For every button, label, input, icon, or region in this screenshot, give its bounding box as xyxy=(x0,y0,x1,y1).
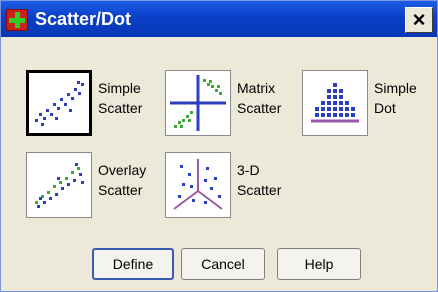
title-bar[interactable]: Scatter/Dot × xyxy=(1,1,437,37)
help-button[interactable]: Help xyxy=(277,248,361,280)
matrix-scatter-icon xyxy=(165,70,231,136)
close-button[interactable]: × xyxy=(405,7,433,33)
cancel-button[interactable]: Cancel xyxy=(181,248,265,280)
tile-label: Overlay Scatter xyxy=(98,162,147,198)
simple-dot-icon xyxy=(302,70,368,136)
gallery-item-simple-dot[interactable]: Simple Dot xyxy=(302,70,432,140)
gallery-item-3d-scatter[interactable]: 3-D Scatter xyxy=(165,152,305,222)
spss-chart-icon xyxy=(6,9,28,31)
overlay-scatter-icon xyxy=(26,152,92,218)
tile-label: Simple Scatter xyxy=(98,80,143,116)
window-title: Scatter/Dot xyxy=(35,9,132,29)
tile-label: Simple Dot xyxy=(374,80,417,116)
tile-label: 3-D Scatter xyxy=(237,162,282,198)
tile-label: Matrix Scatter xyxy=(237,80,282,116)
3d-scatter-icon xyxy=(165,152,231,218)
define-button[interactable]: Define xyxy=(92,248,174,280)
gallery-item-overlay-scatter[interactable]: Overlay Scatter xyxy=(26,152,166,222)
gallery-item-matrix-scatter[interactable]: Matrix Scatter xyxy=(165,70,305,140)
gallery-item-simple-scatter[interactable]: Simple Scatter xyxy=(26,70,166,140)
scatter-dot-dialog: Scatter/Dot × Simple Scatter Matrix Scat… xyxy=(0,0,438,292)
close-icon: × xyxy=(412,7,426,32)
simple-scatter-icon xyxy=(26,70,92,136)
